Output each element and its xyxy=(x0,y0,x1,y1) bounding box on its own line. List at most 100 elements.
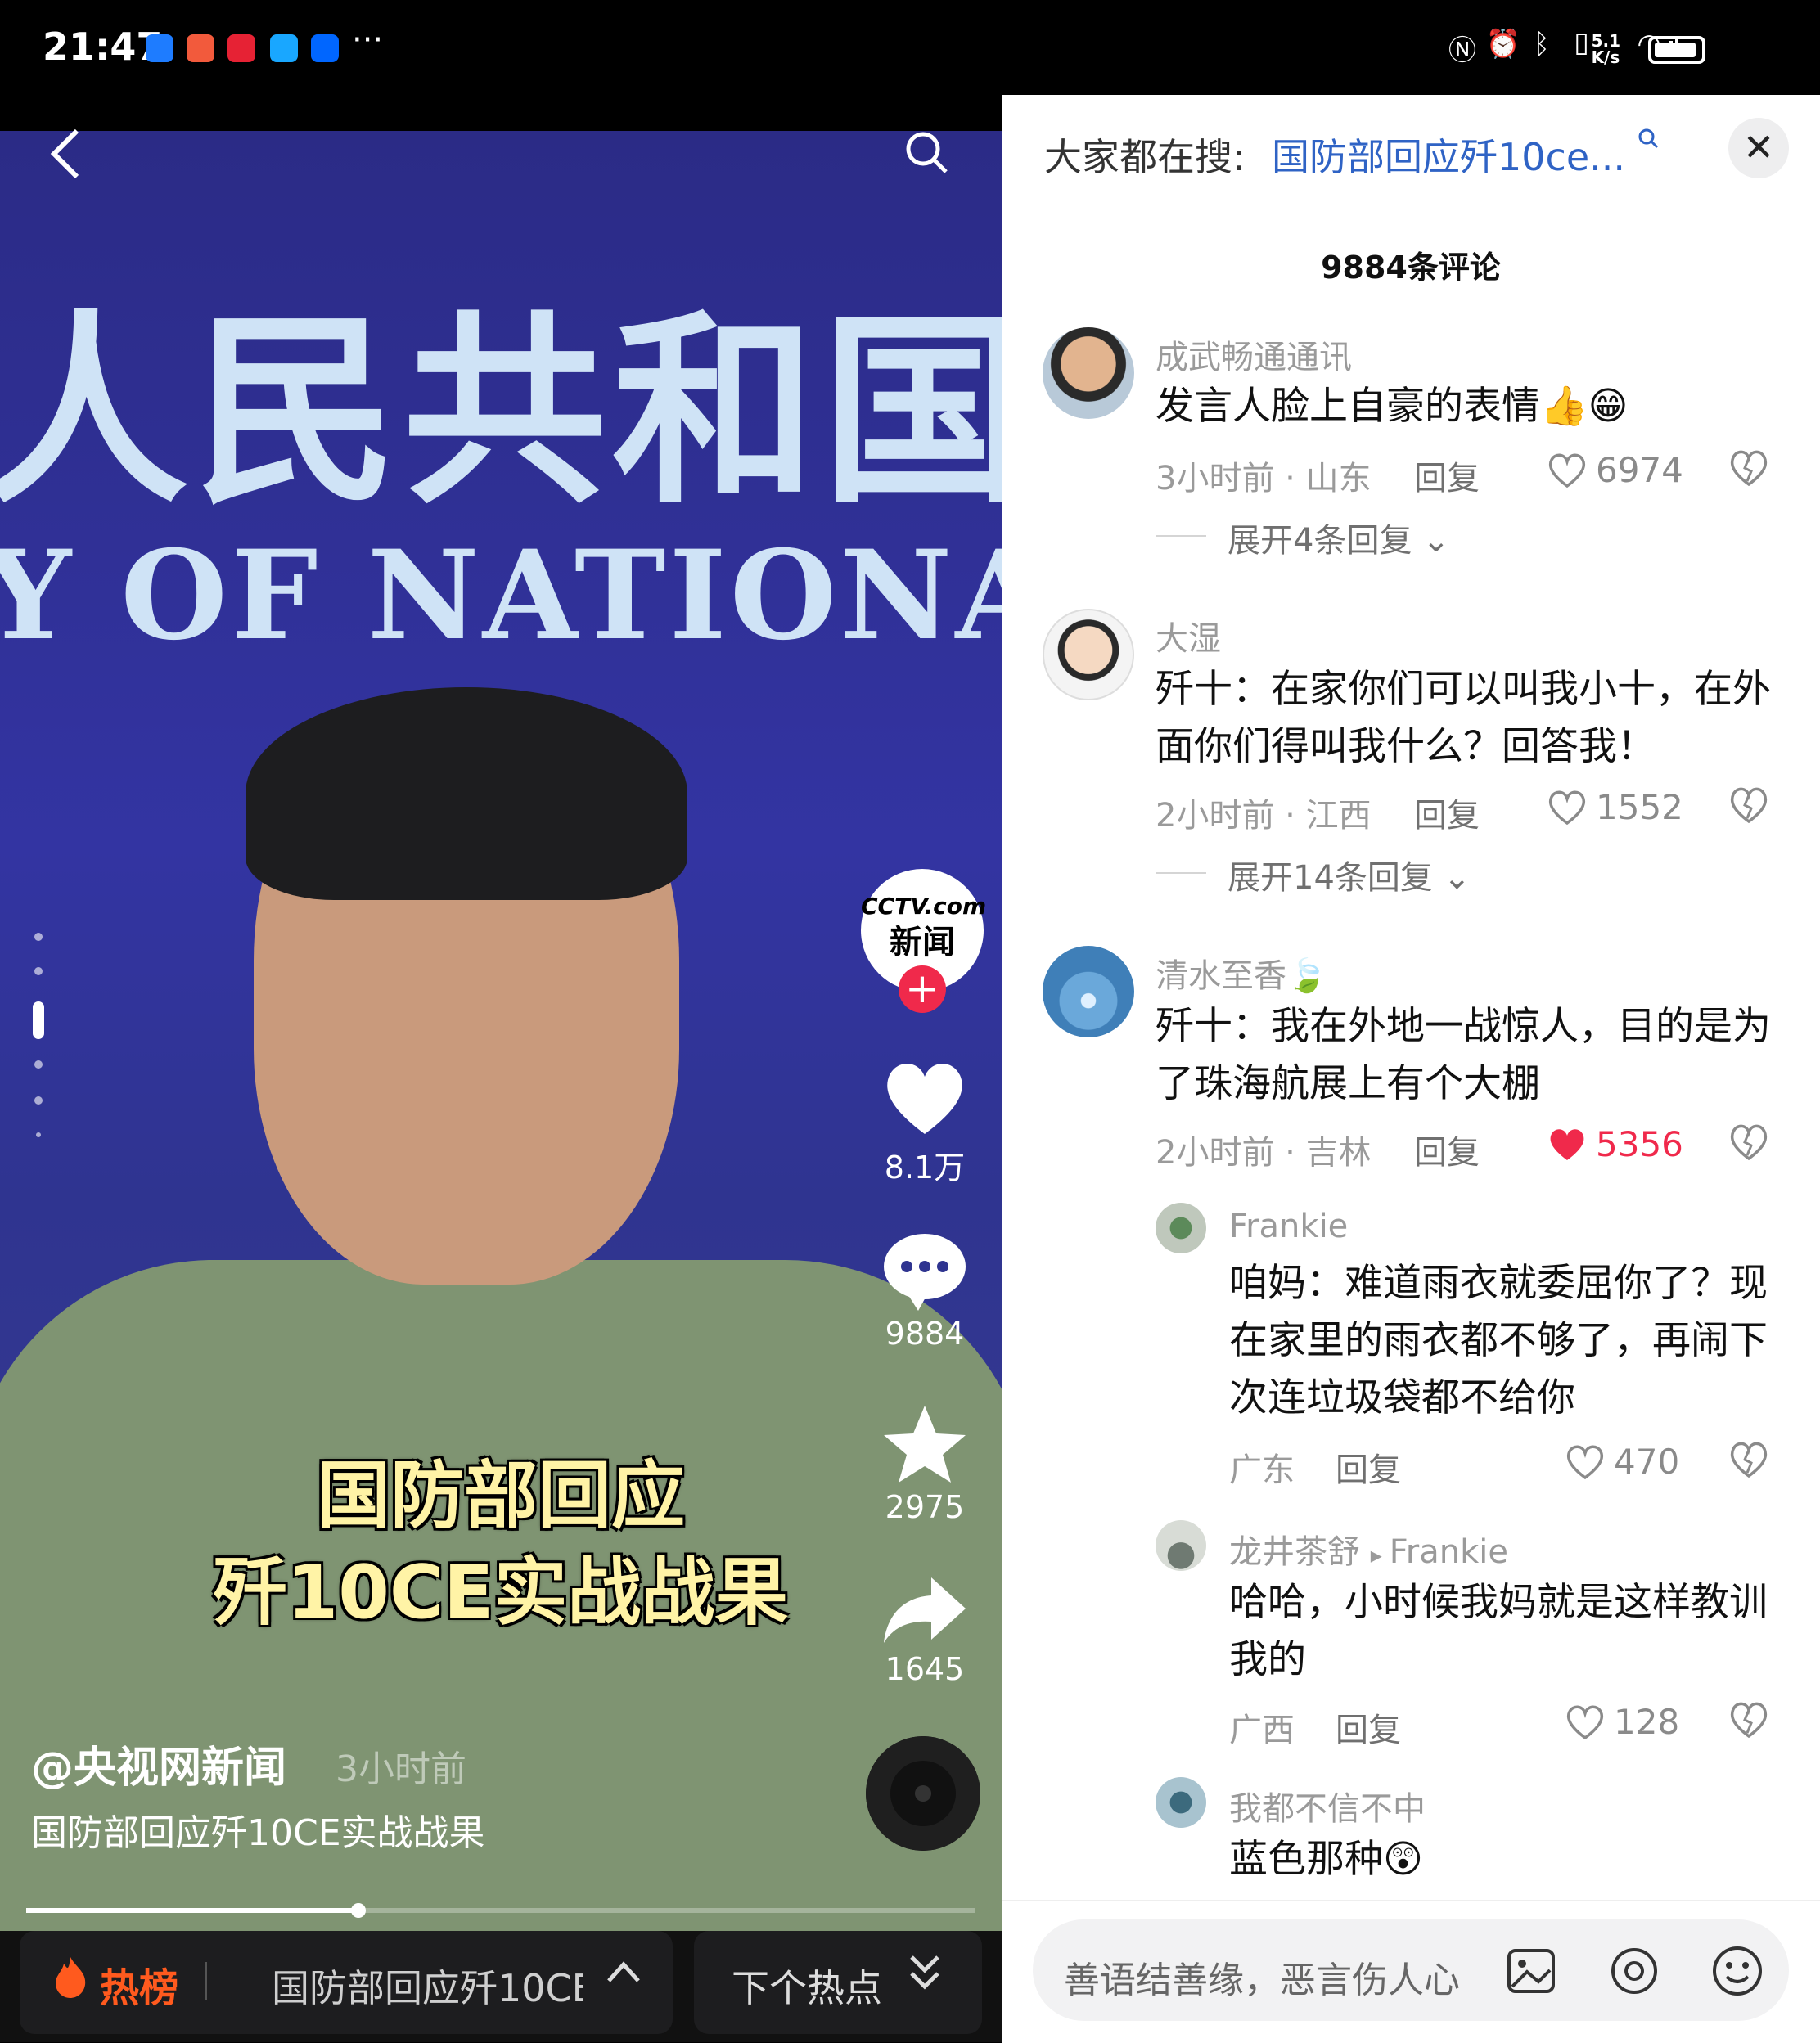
video-description: 国防部回应歼10CE实战战果 xyxy=(31,1812,485,1854)
back-button[interactable] xyxy=(47,127,83,194)
comment-location: 吉林 xyxy=(1305,1134,1372,1172)
share-arrow-icon xyxy=(884,1577,966,1643)
flame-icon xyxy=(52,1955,88,2008)
avatar[interactable] xyxy=(1043,327,1134,419)
comment-like-button[interactable]: 128 xyxy=(1565,1702,1679,1742)
reply-button[interactable]: 回复 xyxy=(1414,789,1480,836)
backdrop-english-text: Y OF NATIONAL D xyxy=(0,524,1002,668)
heart-filled-icon xyxy=(1550,1128,1584,1160)
progress-knob[interactable] xyxy=(351,1903,366,1918)
commenter-name[interactable]: 我都不信不中 xyxy=(1229,1782,1426,1829)
commenter-name[interactable]: 成武畅通通讯 xyxy=(1156,331,1352,378)
divider xyxy=(205,1962,207,2000)
reply-button[interactable]: 回复 xyxy=(1336,1443,1401,1491)
heart-icon xyxy=(887,1063,962,1134)
emoji-icon[interactable] xyxy=(1709,1942,1766,2000)
dislike-button[interactable] xyxy=(1728,1440,1769,1488)
reply-button[interactable]: 回复 xyxy=(1414,452,1480,499)
chat-app-icon xyxy=(270,34,298,62)
commenter-name[interactable]: 龙井茶舒 xyxy=(1229,1533,1360,1571)
avatar[interactable] xyxy=(1043,946,1134,1037)
expand-replies-button[interactable]: 展开14条回复 ⌄ xyxy=(1228,851,1471,898)
comment-button[interactable]: 9884 xyxy=(869,1232,980,1352)
comment-bubble-icon xyxy=(884,1234,966,1311)
comment-text: 歼十：在家你们可以叫我小十，在外面你们得叫我什么？回答我！ xyxy=(1156,667,1771,769)
avatar[interactable] xyxy=(1156,1520,1206,1571)
follow-button[interactable]: + xyxy=(899,965,946,1013)
avatar[interactable] xyxy=(1043,609,1134,700)
backdrop-chinese-text: 人民共和国 xyxy=(0,290,1002,531)
heart-outline-icon xyxy=(1548,453,1586,488)
avatar-logo-text: CCTV.com xyxy=(861,893,987,920)
chevron-down-icon: ⌄ xyxy=(1443,859,1471,897)
expand-replies-button[interactable]: 展开4条回复 ⌄ xyxy=(1228,514,1450,561)
reply-button[interactable]: 回复 xyxy=(1336,1703,1401,1751)
broken-heart-icon xyxy=(1730,787,1768,824)
comment-count: 9884 xyxy=(885,1316,965,1352)
music-disc[interactable] xyxy=(866,1736,980,1851)
close-button[interactable]: ✕ xyxy=(1728,118,1789,178)
comment-time: 2小时前 xyxy=(1156,1134,1275,1172)
battery-icon xyxy=(1648,36,1705,64)
clock: 21:47 xyxy=(43,25,163,69)
trending-search-prefix: 大家都在搜: xyxy=(1044,135,1246,179)
status-bar: 21:47 ··· Ⓝ ⏰ ᛒ ▯ 5.1 K/s ◠ xyxy=(0,0,1820,97)
hot-list-label: 热榜 xyxy=(100,1965,179,2011)
vibrate-icon: ▯ xyxy=(1574,26,1589,59)
at-mention-icon[interactable] xyxy=(1606,1942,1663,2000)
comment-like-button[interactable]: 470 xyxy=(1565,1442,1679,1482)
chevron-up-icon[interactable] xyxy=(606,1952,642,1996)
more-notifications: ··· xyxy=(352,21,384,59)
dislike-button[interactable] xyxy=(1728,448,1769,497)
favorite-button[interactable]: 2975 xyxy=(869,1404,980,1525)
comment-time: 2小时前 xyxy=(1156,797,1275,835)
weibo-app-icon xyxy=(228,34,255,62)
double-chevron-down-icon xyxy=(907,1952,943,2002)
comment-like-button[interactable]: 1552 xyxy=(1547,787,1683,827)
comment-like-count: 128 xyxy=(1614,1702,1680,1742)
reply-arrow-icon: ▸ xyxy=(1370,1541,1390,1568)
hot-topic-title[interactable]: 国防部回应歼10CE xyxy=(272,1959,583,2013)
comment-location: 广东 xyxy=(1229,1451,1295,1489)
chevron-left-icon xyxy=(50,128,79,179)
comment-like-count: 6974 xyxy=(1596,450,1683,490)
comment-meta: 2小时前 · 江西 xyxy=(1156,797,1372,835)
avatar-logo-sub: 新闻 xyxy=(890,924,955,961)
nfc-icon: Ⓝ xyxy=(1448,34,1476,67)
comment-text: 咱妈：难道雨衣就委屈你了？现在家里的雨衣都不够了，再闹下次连垃圾袋都不给你 xyxy=(1229,1261,1768,1420)
avatar[interactable] xyxy=(1156,1203,1206,1253)
dislike-button[interactable] xyxy=(1728,785,1769,834)
author-name[interactable]: @央视网新闻 xyxy=(31,1733,286,1794)
comment-like-count: 5356 xyxy=(1596,1124,1683,1164)
reply-button[interactable]: 回复 xyxy=(1414,1126,1480,1173)
commenter-name[interactable]: 清水至香🍃 xyxy=(1156,949,1327,997)
favorite-count: 2975 xyxy=(885,1489,965,1525)
trending-search-link[interactable]: 国防部回应歼10ce... xyxy=(1272,128,1659,182)
like-button[interactable]: 8.1万 xyxy=(869,1059,980,1187)
comment-like-button[interactable]: 6974 xyxy=(1547,450,1683,490)
share-count: 1645 xyxy=(885,1651,965,1687)
commenter-name[interactable]: 大湿 xyxy=(1156,612,1221,659)
progress-fill xyxy=(26,1908,358,1913)
search-icon xyxy=(906,132,948,173)
comment-text: 发言人脸上自豪的表情👍😁 xyxy=(1156,384,1629,429)
search-button[interactable] xyxy=(903,129,949,175)
comment-meta: 2小时前 · 吉林 xyxy=(1156,1134,1372,1172)
comment-text: 蓝色那种😲 xyxy=(1229,1837,1423,1882)
comment-like-button[interactable]: 5356 xyxy=(1547,1124,1683,1164)
reply-to-name[interactable]: Frankie xyxy=(1390,1533,1508,1571)
broken-heart-icon xyxy=(1730,1124,1768,1161)
commenter-name[interactable]: Frankie xyxy=(1229,1208,1348,1245)
progress-bar[interactable] xyxy=(26,1903,975,1918)
divider xyxy=(1156,535,1206,537)
divider xyxy=(1156,872,1206,874)
image-icon[interactable] xyxy=(1502,1942,1560,2000)
dislike-button[interactable] xyxy=(1728,1700,1769,1748)
share-button[interactable]: 1645 xyxy=(869,1574,980,1687)
avatar[interactable] xyxy=(1156,1777,1206,1828)
alarm-icon: ⏰ xyxy=(1485,28,1520,61)
heart-outline-icon xyxy=(1548,790,1586,825)
dislike-button[interactable] xyxy=(1728,1123,1769,1171)
video-caption: 国防部回应 歼10CE实战战果 xyxy=(0,1448,1002,1641)
